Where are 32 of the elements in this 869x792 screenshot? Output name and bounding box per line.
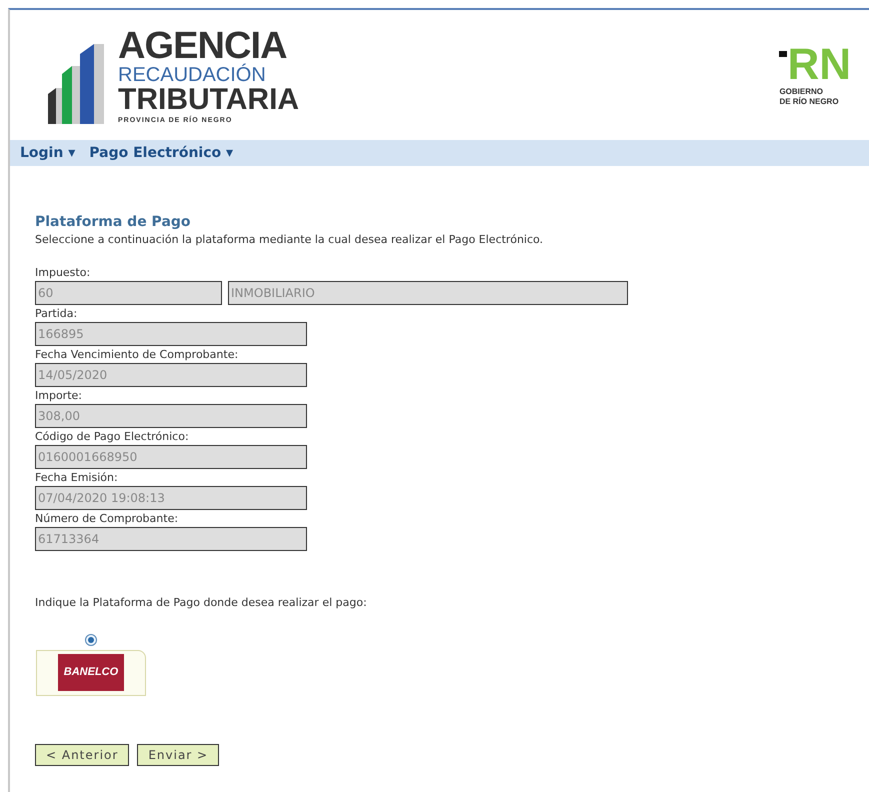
logo-caption: DE RÍO NEGRO xyxy=(779,97,839,107)
read-only-field[interactable]: 07/04/2020 19:08:13 xyxy=(35,486,307,510)
nav-button[interactable]: Enviar > xyxy=(137,744,220,766)
read-only-field[interactable]: 14/05/2020 xyxy=(35,363,307,387)
read-only-field[interactable]: 308,00 xyxy=(35,404,307,428)
field-label: Impuesto: xyxy=(35,265,92,281)
logo-caption: GOBIERNO xyxy=(779,87,823,96)
platform-prompt: Indique la Plataforma de Pago donde desea realizar el pago: xyxy=(35,595,368,611)
platform-card[interactable]: BANELCO xyxy=(36,650,146,696)
logo-subtitle: RECAUDACIÓN xyxy=(118,64,267,84)
read-only-field[interactable]: 166895 xyxy=(35,322,307,346)
radio-button[interactable] xyxy=(85,634,97,646)
logo-title: TRIBUTARIA xyxy=(118,84,300,114)
field-label: Importe: xyxy=(35,388,83,404)
field-label: Código de Pago Electrónico: xyxy=(35,429,190,445)
nav-button[interactable]: < Anterior xyxy=(35,744,130,766)
read-only-field[interactable]: INMOBILIARIO xyxy=(228,281,628,305)
read-only-field[interactable]: 60 xyxy=(35,281,222,305)
logo-title: AGENCIA xyxy=(118,26,288,64)
page-title: Plataforma de Pago xyxy=(35,214,192,232)
field-label: Partida: xyxy=(35,306,78,322)
nav-menu[interactable]: Login ▾ xyxy=(20,142,76,164)
read-only-field[interactable]: 61713364 xyxy=(35,527,307,551)
square-icon xyxy=(779,51,788,57)
logo-mark: RN xyxy=(787,43,851,87)
field-label: Fecha Emisión: xyxy=(35,470,119,486)
platform-logo: BANELCO xyxy=(58,654,124,691)
nav-menu[interactable]: Pago Electrónico ▾ xyxy=(89,142,234,164)
field-label: Fecha Vencimiento de Comprobante: xyxy=(35,347,240,363)
read-only-field[interactable]: 0160001668950 xyxy=(35,445,307,469)
field-label: Número de Comprobante: xyxy=(35,511,180,527)
page-subtitle: Seleccione a continuación la plataforma mediante la cual desea realizar el Pago Electrónico. xyxy=(35,232,544,248)
